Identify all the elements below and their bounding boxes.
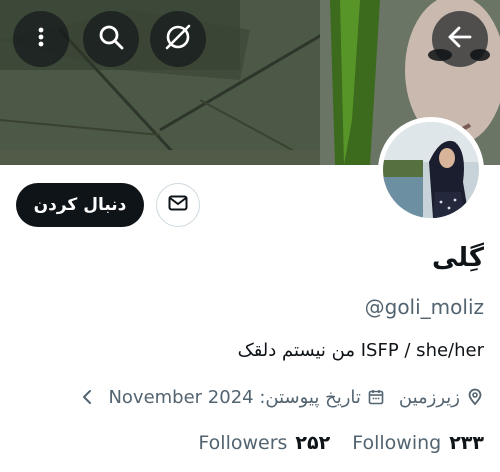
chevron-left-icon[interactable] xyxy=(80,388,94,406)
follow-stats: ۲۳۳ Following ۲۵۲ Followers xyxy=(198,430,484,456)
followers-count: ۲۵۲ xyxy=(295,432,331,454)
grok-icon xyxy=(163,22,193,56)
bio: ISFP / she/her من نیستم دلقک xyxy=(237,340,484,361)
grok-button[interactable] xyxy=(150,11,206,67)
avatar-image xyxy=(383,122,479,218)
profile-meta: زیرزمین تاریخ پیوستن: November 2024 xyxy=(80,384,484,410)
back-button[interactable] xyxy=(432,11,488,67)
message-button[interactable] xyxy=(156,183,200,227)
arrow-right-icon xyxy=(446,23,474,55)
location-text: زیرزمین xyxy=(398,386,460,408)
follow-button[interactable]: دنبال کردن xyxy=(16,183,144,227)
following-label: Following xyxy=(352,432,442,454)
display-name: گِلی xyxy=(431,243,484,273)
followers-label: Followers xyxy=(198,432,288,454)
following-link[interactable]: ۲۳۳ Following xyxy=(352,432,484,454)
search-button[interactable] xyxy=(83,11,139,67)
more-button[interactable] xyxy=(13,11,69,67)
follow-button-label: دنبال کردن xyxy=(33,195,127,215)
location-icon xyxy=(466,388,484,406)
joined-date: تاریخ پیوستن: November 2024 xyxy=(108,386,361,408)
search-icon xyxy=(97,23,125,55)
mail-icon xyxy=(167,192,189,218)
more-vertical-icon xyxy=(29,25,53,53)
followers-link[interactable]: ۲۵۲ Followers xyxy=(198,432,330,454)
following-count: ۲۳۳ xyxy=(449,432,484,454)
handle: @goli_moliz xyxy=(364,295,484,319)
profile-avatar[interactable] xyxy=(378,117,484,223)
calendar-icon xyxy=(367,388,385,406)
